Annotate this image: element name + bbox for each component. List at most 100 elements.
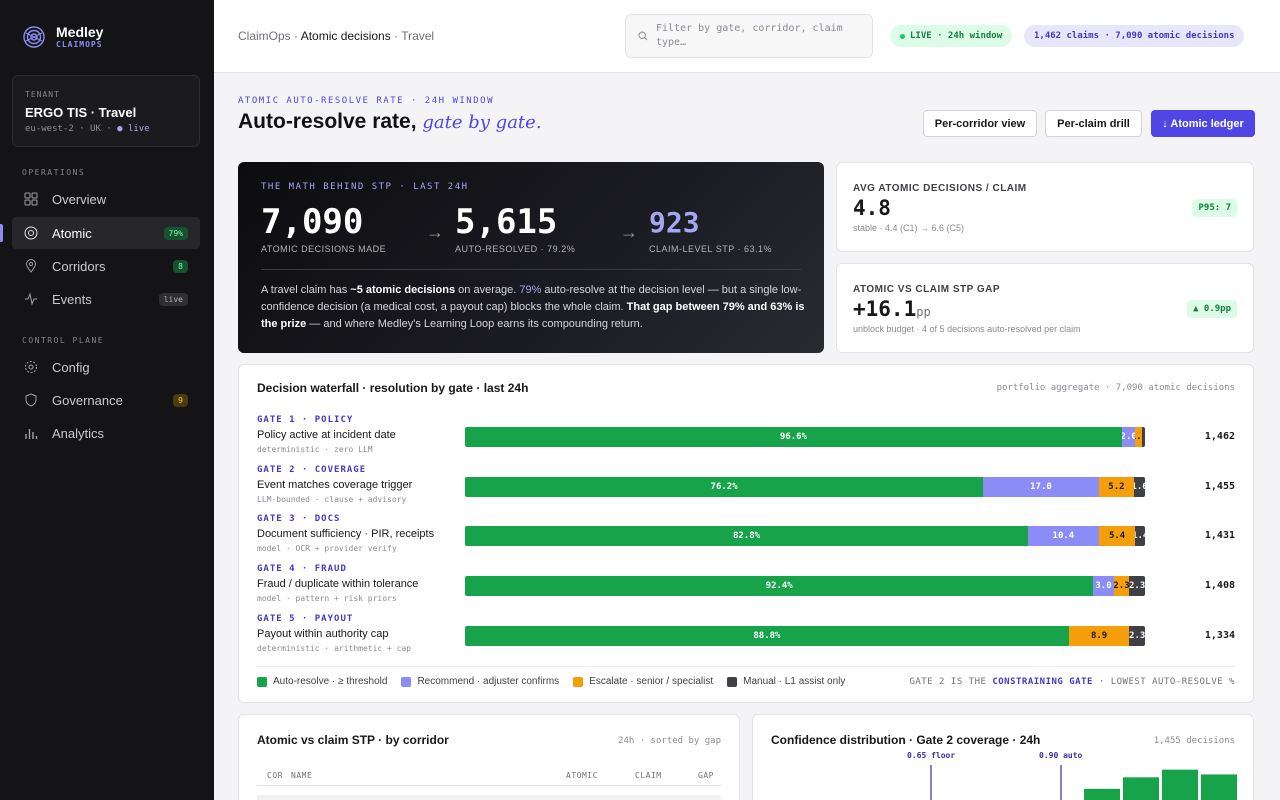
stp-text-part: A travel claim has bbox=[261, 284, 351, 296]
nav-item-analytics[interactable]: Analytics bbox=[12, 417, 200, 449]
histogram-bin bbox=[1201, 774, 1237, 800]
auto-threshold-label: 0.90 auto bbox=[1039, 751, 1083, 760]
gate-sub: deterministic · arithmetic + cap bbox=[257, 643, 412, 653]
bar-segment-auto[interactable]: 88.8% bbox=[465, 625, 1069, 646]
bar-segment-recommend[interactable]: 3.0 bbox=[1093, 576, 1114, 597]
gate-tag: GATE 4 · FRAUD bbox=[257, 564, 347, 575]
bar-segment-manual[interactable]: 1.6 bbox=[1134, 476, 1145, 497]
per-claim-button[interactable]: Per-claim drill bbox=[1045, 110, 1142, 137]
gear-icon bbox=[24, 360, 38, 374]
avg-decisions-card: AVG ATOMIC DECISIONS / CLAIM 4.8 stable … bbox=[836, 162, 1254, 252]
per-corridor-button[interactable]: Per-corridor view bbox=[923, 110, 1037, 137]
bar-segment-escalate[interactable]: 5.2 bbox=[1098, 476, 1135, 497]
gate-row-5[interactable]: GATE 5 · PAYOUT Payout within authority c… bbox=[257, 614, 411, 653]
nav-active-indicator bbox=[0, 224, 3, 242]
tenant-switcher[interactable]: TENANT ERGO TIS · Travel eu-west-2 · UK … bbox=[12, 75, 200, 147]
legend-label: Auto-resolve · ≥ threshold bbox=[273, 676, 388, 687]
nav-badge: live bbox=[158, 292, 188, 306]
live-dot-icon bbox=[900, 33, 905, 39]
metric-label: ATOMIC VS CLAIM STP GAP bbox=[853, 284, 1001, 295]
arrow-right-icon: → bbox=[620, 222, 638, 242]
shield-icon bbox=[24, 393, 38, 407]
gate-row-1[interactable]: GATE 1 · POLICY Policy active at incident… bbox=[257, 415, 396, 454]
gate-sub: model · pattern + risk priors bbox=[257, 594, 397, 604]
histogram-bins bbox=[1084, 769, 1237, 800]
live-pill: LIVE · 24h window bbox=[890, 25, 1013, 47]
bar-segment-recommend[interactable]: 2.0 bbox=[1121, 427, 1136, 447]
nav-label: Analytics bbox=[52, 425, 105, 441]
bar-segment-escalate[interactable]: 2.3 bbox=[1113, 576, 1130, 597]
bar-segment-escalate[interactable]: 5.4 bbox=[1098, 526, 1136, 547]
stp-claim-level-label: CLAIM-LEVEL STP · 63.1% bbox=[649, 244, 773, 254]
nav-section-operations: OPERATIONS bbox=[22, 168, 86, 177]
stp-text-part: — and where Medley's Learning Loop earns… bbox=[306, 318, 643, 330]
atomic-ledger-button[interactable]: ↓ Atomic ledger bbox=[1151, 110, 1255, 137]
col-header-atomic[interactable]: ATOMIC bbox=[566, 771, 598, 780]
stp-auto-resolved-label: AUTO-RESOLVED · 79.2% bbox=[455, 244, 576, 254]
bar-chart-icon bbox=[24, 426, 38, 440]
table-row[interactable] bbox=[257, 795, 721, 800]
corridor-card-title: Atomic vs claim STP · by corridor bbox=[257, 733, 449, 747]
gate-row-3[interactable]: GATE 3 · DOCS Document sufficiency · PIR,… bbox=[257, 514, 434, 553]
bar-segment-manual[interactable]: 2.3 bbox=[1129, 625, 1145, 646]
nav-badge: 79% bbox=[163, 226, 188, 240]
divider bbox=[261, 269, 801, 270]
search-input[interactable]: Filter by gate, corridor, claim type… bbox=[625, 14, 873, 58]
gate-bar[interactable]: 92.4% 3.0 2.3 2.3 bbox=[465, 576, 1145, 597]
gate-bar[interactable]: 76.2% 17.0 5.2 1.6 bbox=[465, 476, 1145, 497]
gate-name: Document sufficiency · PIR, receipts bbox=[257, 528, 435, 541]
nav-item-config[interactable]: Config bbox=[12, 351, 200, 383]
page-title: Auto-resolve rate, gate by gate. bbox=[238, 110, 542, 134]
bar-segment-recommend[interactable]: 17.0 bbox=[983, 476, 1099, 497]
nav-item-events[interactable]: Events live bbox=[12, 283, 200, 315]
stp-text-pct: 79% bbox=[519, 284, 542, 296]
bar-segment-auto[interactable]: 92.4% bbox=[465, 576, 1094, 597]
metric-value: 4.8 bbox=[853, 196, 891, 220]
col-header-name[interactable]: NAME bbox=[291, 771, 312, 780]
stp-label: THE MATH BEHIND STP · LAST 24H bbox=[261, 182, 469, 192]
legend-item-manual: Manual · L1 assist only bbox=[727, 676, 845, 687]
page-title-em: gate by gate. bbox=[422, 112, 542, 133]
bar-segment-escalate[interactable]: 1.0 bbox=[1135, 427, 1143, 447]
legend-swatch bbox=[727, 676, 738, 687]
breadcrumb-claimops[interactable]: ClaimOps · bbox=[238, 29, 298, 43]
gate-row-2[interactable]: GATE 2 · COVERAGE Event matches coverage … bbox=[257, 465, 412, 504]
stp-gap-card: ATOMIC VS CLAIM STP GAP +16.1pp unblock … bbox=[836, 263, 1254, 353]
note-highlight: CONSTRAINING GATE bbox=[992, 677, 1093, 687]
breadcrumb-atomic[interactable]: Atomic decisions bbox=[301, 29, 391, 43]
topbar: ClaimOps · Atomic decisions · Travel Fil… bbox=[214, 0, 1280, 73]
nav-item-governance[interactable]: Governance 9 bbox=[12, 384, 200, 416]
gate-bar[interactable]: 82.8%10.45.41.4 bbox=[465, 526, 1145, 547]
breadcrumb-travel[interactable]: · Travel bbox=[394, 29, 434, 43]
nav-label: Events bbox=[52, 291, 92, 307]
bar-segment-recommend[interactable]: 10.4 bbox=[1028, 526, 1099, 547]
nav-item-corridors[interactable]: Corridors 8 bbox=[12, 250, 200, 282]
bar-segment-auto[interactable]: 82.8% bbox=[465, 526, 1029, 547]
bar-segment-escalate[interactable]: 8.9 bbox=[1068, 625, 1130, 646]
col-header-claim[interactable]: CLAIM bbox=[635, 771, 662, 780]
legend-swatch bbox=[257, 676, 267, 687]
bar-segment-auto[interactable]: 96.6% bbox=[465, 427, 1122, 447]
nav-item-atomic[interactable]: Atomic 79% bbox=[12, 217, 200, 249]
bar-segment-auto[interactable]: 76.2% bbox=[465, 476, 984, 497]
col-header-gap[interactable]: GAP bbox=[698, 771, 714, 780]
metric-badge: P95: 7 bbox=[1192, 199, 1237, 217]
bar-segment-manual[interactable] bbox=[1142, 427, 1145, 447]
bar-segment-manual[interactable]: 2.3 bbox=[1129, 576, 1145, 597]
gate-row-4[interactable]: GATE 4 · FRAUD Fraud / duplicate within t… bbox=[257, 564, 418, 603]
gate-count: 1,408 bbox=[1204, 580, 1235, 592]
col-header-cor[interactable]: COR bbox=[267, 771, 283, 780]
histogram-bin bbox=[1123, 777, 1159, 800]
gate-tag: GATE 5 · PAYOUT bbox=[257, 613, 354, 624]
stp-claim-level: 923 bbox=[649, 206, 700, 239]
gate-bar[interactable]: 96.6%2.01.0 bbox=[465, 427, 1145, 447]
legend-swatch bbox=[573, 676, 584, 687]
brand[interactable]: Medley CLAIMOPS bbox=[22, 24, 103, 49]
gate-bar[interactable]: 88.8% 8.9 2.3 bbox=[465, 625, 1145, 646]
stp-text-part: on average. bbox=[455, 284, 520, 296]
gate-name: Policy active at incident date bbox=[257, 429, 396, 441]
bar-segment-manual[interactable]: 1.4 bbox=[1135, 526, 1145, 547]
waterfall-title: Decision waterfall · resolution by gate … bbox=[257, 381, 529, 395]
nav-item-overview[interactable]: Overview bbox=[12, 183, 200, 215]
waterfall-legend: Auto-resolve · ≥ threshold Recommend · a… bbox=[257, 676, 845, 687]
